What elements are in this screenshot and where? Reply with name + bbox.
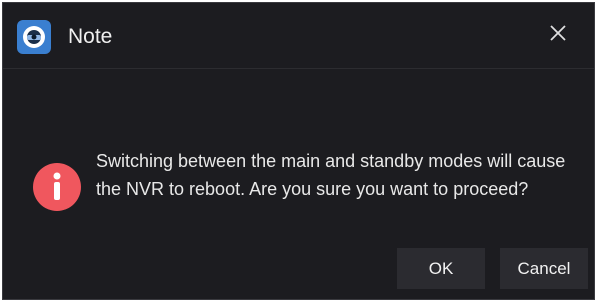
close-button[interactable] bbox=[542, 17, 574, 49]
dialog-titlebar: Note bbox=[3, 3, 594, 69]
note-dialog: Note Switching between the main and stan… bbox=[2, 2, 595, 300]
exclamation-circle-icon bbox=[33, 163, 81, 211]
camera-logo-icon bbox=[17, 20, 51, 54]
close-icon bbox=[550, 25, 566, 41]
dialog-title: Note bbox=[68, 25, 113, 48]
cancel-button[interactable]: Cancel bbox=[500, 248, 588, 289]
dialog-message: Switching between the main and standby m… bbox=[96, 151, 566, 199]
ok-button[interactable]: OK bbox=[397, 248, 485, 289]
